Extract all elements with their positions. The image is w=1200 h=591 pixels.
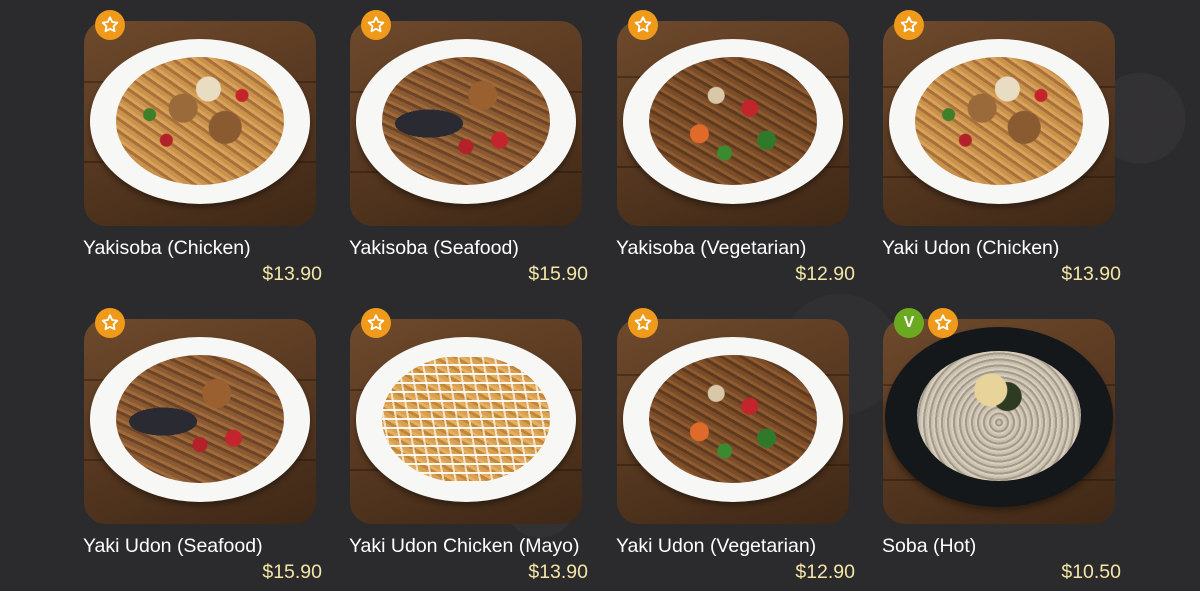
- dish-photo: [84, 21, 316, 226]
- item-price: $15.90: [262, 561, 322, 583]
- dish-photo: [617, 21, 849, 226]
- item-price: $12.90: [795, 263, 855, 285]
- plate: [623, 39, 843, 204]
- plate: [623, 337, 843, 502]
- plate: [90, 337, 310, 502]
- dish-photo: [84, 319, 316, 524]
- item-name: Yaki Udon Chicken (Mayo): [349, 535, 580, 557]
- star-icon: [361, 308, 391, 338]
- item-name: Yaki Udon (Vegetarian): [616, 535, 817, 557]
- plate: [356, 39, 576, 204]
- item-name: Yakisoba (Chicken): [83, 237, 251, 259]
- menu-board: Yakisoba (Chicken) $13.90 Yakisoba (Seaf…: [0, 0, 1200, 591]
- dish-photo: [350, 319, 582, 524]
- plate: [90, 39, 310, 204]
- item-price: $13.90: [1061, 263, 1121, 285]
- plate: [889, 39, 1109, 204]
- item-price: $13.90: [262, 263, 322, 285]
- star-icon: [894, 10, 924, 40]
- star-icon: [95, 308, 125, 338]
- star-icon: [628, 308, 658, 338]
- item-name: Yakisoba (Vegetarian): [616, 237, 807, 259]
- dish-photo: [617, 319, 849, 524]
- star-icon: [95, 10, 125, 40]
- bowl: [885, 327, 1113, 507]
- star-icon: [628, 10, 658, 40]
- item-name: Yakisoba (Seafood): [349, 237, 519, 259]
- dish-photo: [883, 21, 1115, 226]
- dish-photo: [350, 21, 582, 226]
- item-name: Yaki Udon (Seafood): [83, 535, 263, 557]
- item-price: $12.90: [795, 561, 855, 583]
- vegetarian-icon: V: [894, 308, 924, 338]
- item-price: $13.90: [528, 561, 588, 583]
- item-price: $15.90: [528, 263, 588, 285]
- star-icon: [928, 308, 958, 338]
- dish-photo: [883, 319, 1115, 524]
- plate: [356, 337, 576, 502]
- star-icon: [361, 10, 391, 40]
- item-name: Soba (Hot): [882, 535, 977, 557]
- item-name: Yaki Udon (Chicken): [882, 237, 1060, 259]
- item-price: $10.50: [1061, 561, 1121, 583]
